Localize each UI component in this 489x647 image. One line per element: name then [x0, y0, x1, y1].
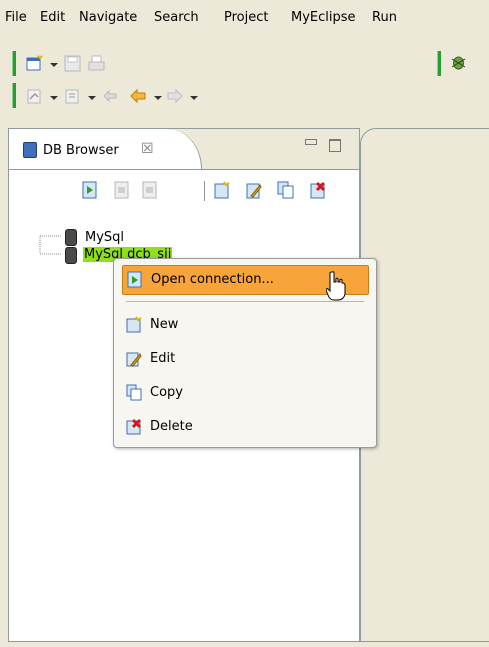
new-connection-icon	[126, 316, 142, 333]
save-icon	[64, 55, 81, 72]
edit-connection-icon[interactable]	[245, 181, 262, 199]
disconnect-all-icon	[142, 181, 157, 199]
tab-label: DB Browser	[43, 143, 119, 158]
tab-db-browser[interactable]: DB Browser ☒	[9, 129, 202, 169]
copy-connection-icon[interactable]	[277, 181, 294, 199]
open-connection-icon[interactable]	[81, 181, 98, 199]
menu-file[interactable]: File	[5, 10, 27, 25]
database-icon	[23, 142, 37, 158]
new-connection-icon[interactable]	[213, 181, 230, 199]
toolbar-grip[interactable]	[12, 51, 16, 76]
chevron-down-icon[interactable]	[50, 63, 58, 67]
database-icon	[65, 229, 77, 246]
menu-search[interactable]: Search	[154, 10, 199, 25]
view-header: DB Browser ☒	[9, 129, 359, 170]
print-icon	[88, 55, 105, 71]
menu-item-new[interactable]: New	[122, 313, 367, 337]
copy-connection-icon	[126, 384, 142, 401]
minimize-button[interactable]	[305, 139, 317, 145]
menu-item-label: New	[150, 317, 179, 332]
delete-connection-icon[interactable]	[309, 181, 326, 199]
forward-arrow-icon	[167, 88, 183, 104]
toolbar-grip[interactable]	[437, 51, 441, 76]
open-connection-icon	[127, 271, 142, 288]
database-icon	[65, 247, 77, 264]
back-arrow-icon[interactable]	[130, 88, 147, 105]
chevron-down-icon[interactable]	[50, 96, 58, 100]
toolbar-separator	[204, 181, 205, 201]
menu-project[interactable]: Project	[224, 10, 268, 25]
menu-item-delete[interactable]: Delete	[122, 415, 367, 439]
menu-item-label: Copy	[150, 385, 183, 400]
menu-item-edit[interactable]: Edit	[122, 347, 367, 371]
toolbar-grip[interactable]	[12, 83, 16, 108]
close-icon[interactable]: ☒	[141, 141, 154, 157]
edit-connection-icon	[126, 352, 142, 367]
menu-item-label: Edit	[150, 351, 176, 366]
delete-connection-icon	[126, 418, 142, 435]
tree-lines	[39, 235, 61, 255]
tree-node-label: MySql	[85, 230, 125, 245]
chevron-down-icon[interactable]	[190, 96, 198, 100]
maximize-button[interactable]	[329, 139, 341, 152]
menu-item-copy[interactable]: Copy	[122, 381, 367, 405]
last-edit-icon	[103, 89, 117, 103]
menu-navigate[interactable]: Navigate	[79, 10, 137, 25]
menu-run[interactable]: Run	[372, 10, 397, 25]
editor-area	[360, 128, 489, 642]
debug-icon[interactable]	[450, 54, 467, 71]
menu-item-label: Delete	[150, 419, 193, 434]
search-icon[interactable]	[64, 88, 81, 105]
chevron-down-icon[interactable]	[88, 96, 96, 100]
main-toolbar-row-1	[0, 50, 489, 80]
menu-bar: File Edit Navigate Search Project MyEcli…	[0, 0, 489, 32]
disconnect-icon	[114, 181, 129, 199]
chevron-down-icon[interactable]	[154, 96, 162, 100]
open-type-icon[interactable]	[26, 88, 43, 105]
new-file-icon[interactable]	[26, 55, 43, 72]
menu-myeclipse[interactable]: MyEclipse	[291, 10, 356, 25]
hand-cursor-icon	[326, 271, 346, 301]
menu-item-label: Open connection...	[151, 272, 274, 287]
main-toolbar-row-2	[0, 81, 489, 111]
menu-edit[interactable]: Edit	[40, 10, 65, 25]
